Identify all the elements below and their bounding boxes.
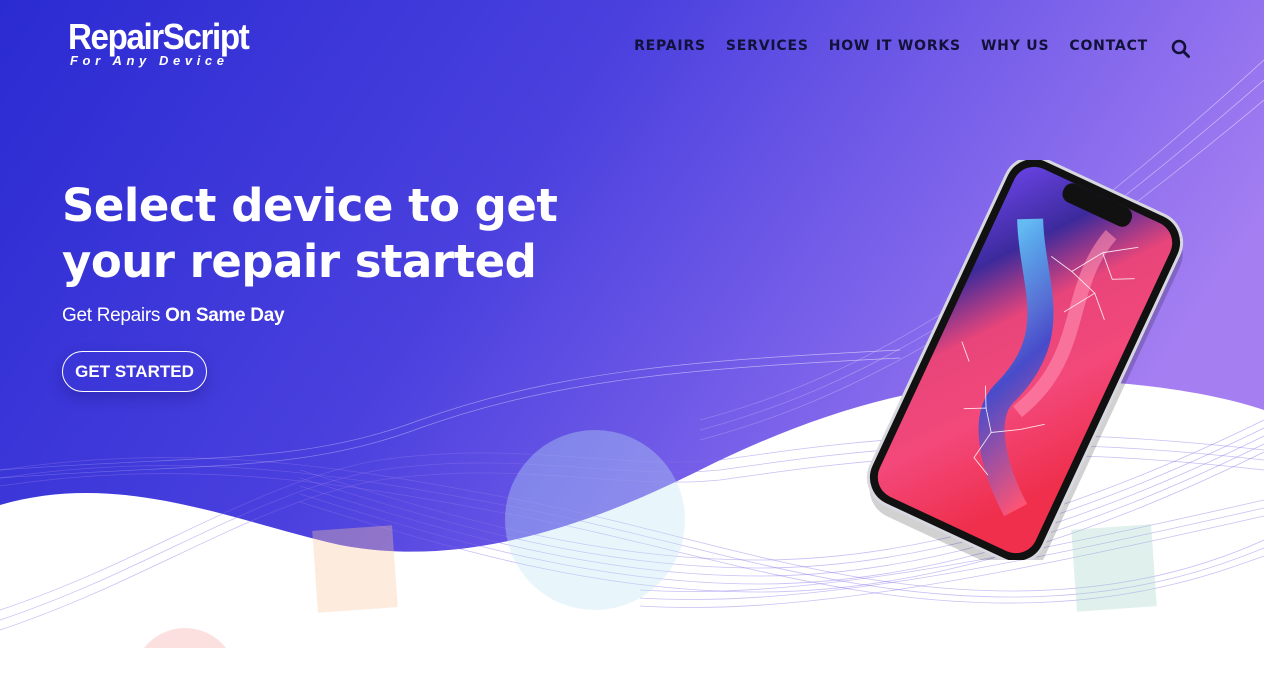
hero-tagline: Get Repairs On Same Day — [62, 305, 285, 327]
search-icon[interactable] — [1171, 39, 1191, 59]
nav-item-contact[interactable]: CONTACT — [1069, 38, 1148, 54]
brand-logo[interactable]: RepairScript For Any Device — [68, 18, 264, 68]
nav-item-services[interactable]: SERVICES — [726, 38, 809, 54]
nav-item-repairs[interactable]: REPAIRS — [634, 38, 706, 54]
nav-item-how-it-works[interactable]: HOW IT WORKS — [829, 38, 961, 54]
main-nav: REPAIRS SERVICES HOW IT WORKS WHY US CON… — [634, 38, 1148, 54]
deco-square-orange — [312, 525, 398, 613]
headline-line-1: Select device to get — [62, 179, 558, 232]
nav-item-why-us[interactable]: WHY US — [981, 38, 1049, 54]
tagline-prefix: Get Repairs — [62, 305, 161, 326]
cracked-phone-image — [866, 160, 1184, 560]
tagline-bold: On Same Day — [165, 305, 285, 326]
hero-section: RepairScript For Any Device REPAIRS SERV… — [0, 0, 1264, 648]
get-started-button[interactable]: GET STARTED — [62, 351, 207, 392]
hero-headline: Select device to get your repair started — [62, 178, 622, 290]
deco-circle — [505, 430, 685, 610]
brand-name: RepairScript — [68, 16, 250, 57]
headline-line-2: your repair started — [62, 235, 537, 288]
